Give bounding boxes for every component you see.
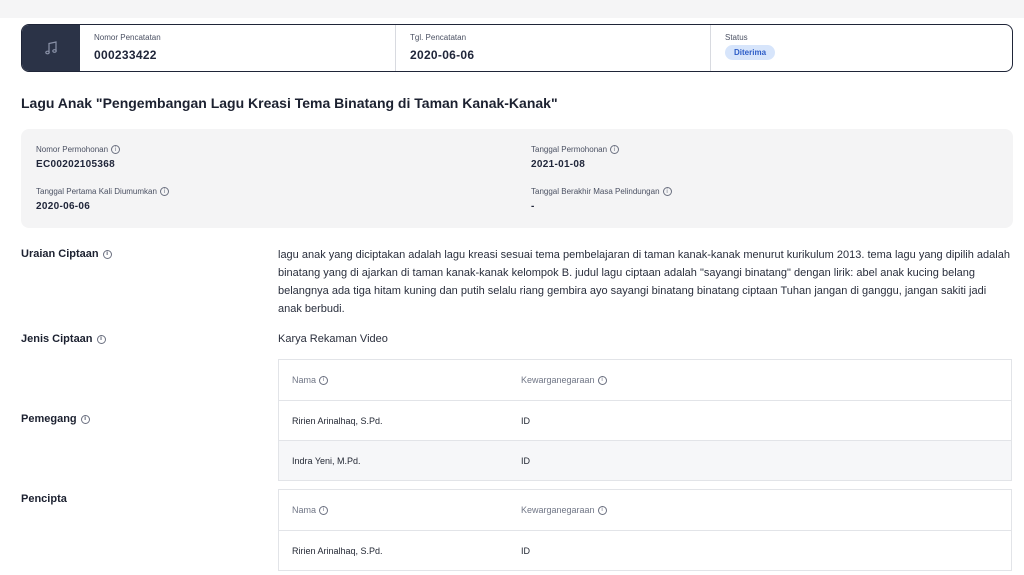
- nomor-pencatatan-cell: Nomor Pencatatan 000233422: [80, 25, 395, 71]
- uraian-ciptaan-row-label: Uraian Ciptaan i: [21, 248, 112, 260]
- tgl-pencatatan-cell: Tgl. Pencatatan 2020-06-06: [395, 25, 710, 71]
- cell-nama: Ririen Arinalhaq, S.Pd.: [292, 545, 383, 556]
- cell-kewarganegaraan: ID: [521, 545, 530, 556]
- pencipta-row-label: Pencipta: [21, 493, 67, 505]
- page-title: Lagu Anak "Pengembangan Lagu Kreasi Tema…: [21, 95, 558, 111]
- nomor-pencatatan-label: Nomor Pencatatan: [94, 33, 161, 42]
- pencipta-label: Pencipta: [21, 493, 67, 505]
- uraian-ciptaan-text: lagu anak yang diciptakan adalah lagu kr…: [278, 249, 1010, 315]
- music-note-icon: [22, 25, 80, 71]
- info-icon[interactable]: i: [159, 187, 169, 196]
- top-bar: [0, 0, 1024, 18]
- info-icon[interactable]: i: [597, 505, 607, 515]
- tanggal-diumumkan-value: 2020-06-06: [36, 201, 91, 212]
- status-cell: Status Diterima: [710, 25, 1012, 71]
- cell-nama: Indra Yeni, M.Pd.: [292, 455, 361, 466]
- tanggal-berakhir-label: Tanggal Berakhir Masa Pelindungan: [531, 187, 660, 196]
- table-row: Ririen Arinalhaq, S.Pd. ID: [279, 530, 1011, 570]
- tgl-pencatatan-value: 2020-06-06: [410, 48, 475, 62]
- application-info-box: Nomor Permohonan i EC00202105368 Tanggal …: [21, 129, 1013, 228]
- jenis-ciptaan-value: Karya Rekaman Video: [278, 333, 388, 345]
- table-row: Ririen Arinalhaq, S.Pd. ID: [279, 400, 1011, 440]
- info-icon[interactable]: i: [610, 145, 620, 154]
- column-header-kewarganegaraan: Kewarganegaraan: [521, 375, 595, 385]
- pemegang-table: Nama i Kewarganegaraan i Ririen Arinalhaq,…: [278, 359, 1012, 481]
- column-header-nama: Nama: [292, 375, 317, 385]
- info-icon[interactable]: i: [662, 187, 672, 196]
- tanggal-permohonan-label: Tanggal Permohonan: [531, 145, 608, 154]
- column-header-kewarganegaraan: Kewarganegaraan: [521, 505, 595, 515]
- nomor-permohonan: Nomor Permohonan i EC00202105368: [36, 145, 121, 170]
- tgl-pencatatan-label: Tgl. Pencatatan: [410, 33, 467, 42]
- cell-kewarganegaraan: ID: [521, 455, 530, 466]
- table-header-row: Nama i Kewarganegaraan i: [279, 360, 1011, 400]
- tanggal-berakhir-value: -: [531, 201, 535, 212]
- cell-kewarganegaraan: ID: [521, 415, 530, 426]
- cell-nama: Ririen Arinalhaq, S.Pd.: [292, 415, 383, 426]
- info-icon[interactable]: i: [96, 334, 106, 344]
- pemegang-label: Pemegang: [21, 413, 77, 425]
- column-header-nama: Nama: [292, 505, 317, 515]
- nomor-pencatatan-value: 000233422: [94, 48, 157, 62]
- tanggal-permohonan: Tanggal Permohonan i 2021-01-08: [531, 145, 620, 170]
- status-label: Status: [725, 33, 748, 42]
- uraian-ciptaan-label: Uraian Ciptaan: [21, 248, 99, 260]
- tanggal-berakhir: Tanggal Berakhir Masa Pelindungan i -: [531, 187, 672, 212]
- info-icon[interactable]: i: [319, 375, 329, 385]
- info-icon[interactable]: i: [597, 375, 607, 385]
- status-badge: Diterima: [725, 45, 776, 60]
- table-row: Indra Yeni, M.Pd. ID: [279, 440, 1011, 480]
- nomor-permohonan-value: EC00202105368: [36, 159, 115, 170]
- pencipta-table: Nama i Kewarganegaraan i Ririen Arinalhaq,…: [278, 489, 1012, 571]
- pemegang-row-label: Pemegang i: [21, 413, 90, 425]
- info-icon[interactable]: i: [111, 145, 121, 154]
- info-icon[interactable]: i: [102, 249, 112, 259]
- table-header-row: Nama i Kewarganegaraan i: [279, 490, 1011, 530]
- info-icon[interactable]: i: [319, 505, 329, 515]
- jenis-ciptaan-label: Jenis Ciptaan: [21, 333, 93, 345]
- tanggal-diumumkan-label: Tanggal Pertama Kali Diumumkan: [36, 187, 157, 196]
- record-summary-card: Nomor Pencatatan 000233422 Tgl. Pencatat…: [21, 24, 1013, 72]
- nomor-permohonan-label: Nomor Permohonan: [36, 145, 109, 154]
- info-icon[interactable]: i: [80, 414, 90, 424]
- tanggal-permohonan-value: 2021-01-08: [531, 159, 586, 170]
- jenis-ciptaan-row-label: Jenis Ciptaan i: [21, 333, 106, 345]
- tanggal-diumumkan: Tanggal Pertama Kali Diumumkan i 2020-06-…: [36, 187, 169, 212]
